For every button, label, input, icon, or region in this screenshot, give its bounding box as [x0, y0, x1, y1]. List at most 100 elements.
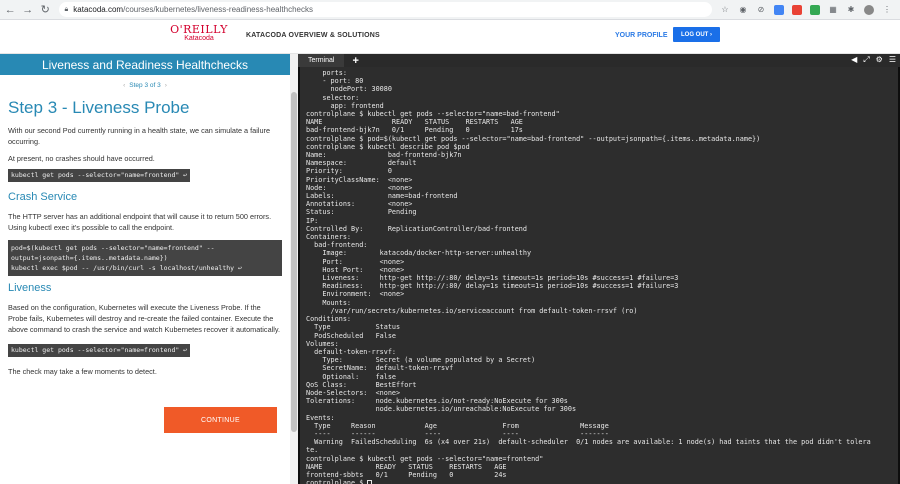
step-nav: ‹ Step 3 of 3 ›: [0, 82, 290, 89]
back-icon[interactable]: ←: [3, 2, 18, 18]
lock-icon: 🔒︎: [64, 5, 69, 13]
code-snippet-get-pods[interactable]: kubectl get pods --selector="name=fronte…: [8, 344, 191, 357]
terminal-line: Type: Secret (a volume populated by a Se…: [306, 356, 536, 365]
url-domain: katacoda.com: [73, 5, 124, 14]
terminal-line: node.kubernetes.io/unreachable:NoExecute…: [306, 405, 577, 414]
forward-icon[interactable]: →: [21, 2, 36, 18]
prompt-text: controlplane $: [306, 479, 368, 484]
terminal-line: ---- ------ ---- ---- -------: [306, 429, 609, 438]
tab-terminal[interactable]: Terminal: [298, 54, 345, 67]
terminal-line: SecretName: default-token-rrsvf: [306, 364, 454, 373]
logout-label: LOG OUT: [680, 31, 709, 38]
terminal-line: Status: Pending: [306, 208, 417, 217]
terminal-line: Namespace: default: [306, 159, 417, 168]
terminal-line: PriorityClassName: <none>: [306, 175, 413, 184]
terminal-line: Volumes:: [306, 339, 339, 348]
terminal-line: Host Port: <none>: [306, 265, 405, 274]
terminal-line: Warning FailedScheduling 6s (x4 over 21s…: [306, 438, 871, 447]
menu-icon[interactable]: ⋮: [882, 5, 892, 15]
terminal-prompt[interactable]: controlplane $: [306, 479, 892, 484]
terminal-line: Priority: 0: [306, 167, 392, 176]
browser-toolbar: ← → ↻ 🔒︎ katacoda.com/courses/kubernetes…: [0, 0, 900, 20]
terminal-line: Port: <none>: [306, 257, 405, 266]
terminal-line: PodScheduled False: [306, 331, 397, 340]
terminal-line: controlplane $ kubectl get pods --select…: [306, 110, 560, 119]
scroll-thumb[interactable]: [291, 92, 297, 432]
paragraph: Based on the configuration, Kubernetes w…: [8, 303, 281, 334]
terminal-line: controlplane $ kubectl get pods --select…: [306, 454, 544, 463]
extension-icon[interactable]: ▦: [828, 5, 838, 15]
address-bar[interactable]: 🔒︎ katacoda.com/courses/kubernetes/liven…: [58, 2, 713, 17]
terminal-line: Type Status: [306, 323, 401, 332]
settings-icon[interactable]: ⚙︎: [876, 55, 883, 65]
terminal-line: Mounts:: [306, 298, 352, 307]
terminal-output[interactable]: ports: - port: 80 nodePort: 30080 select…: [300, 67, 898, 484]
terminal-line: NAME READY STATUS RESTARTS AGE: [306, 462, 507, 471]
terminal-line: /var/run/secrets/kubernetes.io/serviceac…: [306, 306, 638, 315]
paragraph: At present, no crashes should have occur…: [8, 154, 155, 163]
terminal-line: Annotations: <none>: [306, 200, 413, 209]
terminal-line: Conditions:: [306, 315, 352, 324]
code-snippet-crash[interactable]: pod=$(kubectl get pods --selector="name=…: [8, 240, 282, 276]
scrollbar[interactable]: [290, 54, 298, 484]
extension-icons: ☆ ◉ ⊘ ▦ ✱ ⋮: [720, 4, 900, 15]
paragraph: With our second Pod currently running in…: [8, 126, 271, 146]
next-step-icon[interactable]: ›: [165, 82, 167, 89]
menu-icon[interactable]: ☰: [889, 55, 896, 65]
instructions-panel: Liveness and Readiness Healthchecks ‹ Ste…: [0, 54, 290, 484]
code-snippet-get-pods[interactable]: kubectl get pods --selector="name=fronte…: [8, 169, 191, 182]
terminal-line: bad-frontend:: [306, 241, 368, 250]
profile-link[interactable]: YOUR PROFILE: [615, 32, 668, 39]
terminal-line: te.: [306, 446, 319, 455]
add-tab-icon[interactable]: +: [352, 55, 358, 67]
reload-icon[interactable]: ↻: [38, 2, 53, 18]
continue-button[interactable]: CONTINUE: [164, 407, 277, 433]
terminal-line: Type Reason Age From Message: [306, 421, 609, 430]
extension-icon[interactable]: [774, 4, 785, 15]
code-line: kubectl exec $pod -- /usr/bin/curl -s lo…: [11, 264, 242, 272]
step-title: Step 3 - Liveness Probe: [8, 98, 190, 117]
terminal-line: Optional: false: [306, 372, 397, 381]
camera-icon[interactable]: ◉: [738, 5, 748, 15]
extension-icon[interactable]: [792, 4, 803, 15]
heading-liveness: Liveness: [8, 282, 52, 294]
code-line: output=jsonpath={.items..metadata.name}): [11, 254, 168, 262]
terminal-line: Controlled By: ReplicationController/bad…: [306, 224, 527, 233]
terminal-controls: ◀︎ ⤢ ⚙︎ ☰: [845, 55, 896, 65]
course-title: Liveness and Readiness Healthchecks: [0, 54, 290, 75]
terminal-line: nodePort: 30080: [306, 85, 392, 94]
terminal-line: bad-frontend-bjk7n 0/1 Pending 0 17s: [306, 126, 523, 135]
terminal-line: frontend-sbbts 0/1 Pending 0 24s: [306, 470, 507, 479]
site-header: O'REILLY Katacoda KATACODA OVERVIEW & SO…: [0, 20, 900, 54]
chevron-right-icon: ›: [710, 31, 712, 38]
terminal-line: Events:: [306, 413, 335, 422]
heading-crash-service: Crash Service: [8, 191, 78, 203]
terminal-line: app: frontend: [306, 101, 384, 110]
extension-icon[interactable]: [810, 4, 821, 15]
terminal-line: Readiness: http-get http://:80/ delay=1s…: [306, 282, 679, 291]
terminal-panel: Terminal + ◀︎ ⤢ ⚙︎ ☰ ports: - port: 80 n…: [298, 54, 900, 484]
terminal-line: - port: 80: [306, 77, 364, 86]
terminal-line: default-token-rrsvf:: [306, 347, 397, 356]
terminal-line: Tolerations: node.kubernetes.io/not-read…: [306, 397, 568, 406]
terminal-line: Node: <none>: [306, 183, 413, 192]
oreilly-logo[interactable]: O'REILLY Katacoda: [170, 23, 228, 42]
overview-link[interactable]: KATACODA OVERVIEW & SOLUTIONS: [246, 32, 380, 39]
terminal-line: selector:: [306, 93, 360, 102]
terminal-tabs: Terminal + ◀︎ ⤢ ⚙︎ ☰: [298, 54, 900, 67]
prev-step-icon[interactable]: ‹: [123, 82, 125, 89]
terminal-line: Environment: <none>: [306, 290, 405, 299]
logout-button[interactable]: LOG OUT ›: [673, 27, 720, 42]
avatar[interactable]: [864, 4, 875, 15]
terminal-line: QoS Class: BestEffort: [306, 380, 417, 389]
paragraph: The check may take a few moments to dete…: [8, 367, 157, 376]
puzzle-icon[interactable]: ✱: [846, 5, 856, 15]
url-path: /courses/kubernetes/liveness-readiness-h…: [123, 5, 313, 14]
expand-icon[interactable]: ⤢: [863, 55, 869, 65]
extension-icon[interactable]: ⊘: [756, 5, 766, 15]
broadcast-icon[interactable]: ◀︎: [851, 55, 857, 65]
terminal-line: controlplane $ kubectl describe pod $pod: [306, 142, 470, 151]
terminal-line: Labels: name=bad-frontend: [306, 192, 458, 201]
step-nav-label: Step 3 of 3: [129, 82, 161, 89]
star-icon[interactable]: ☆: [720, 5, 730, 15]
